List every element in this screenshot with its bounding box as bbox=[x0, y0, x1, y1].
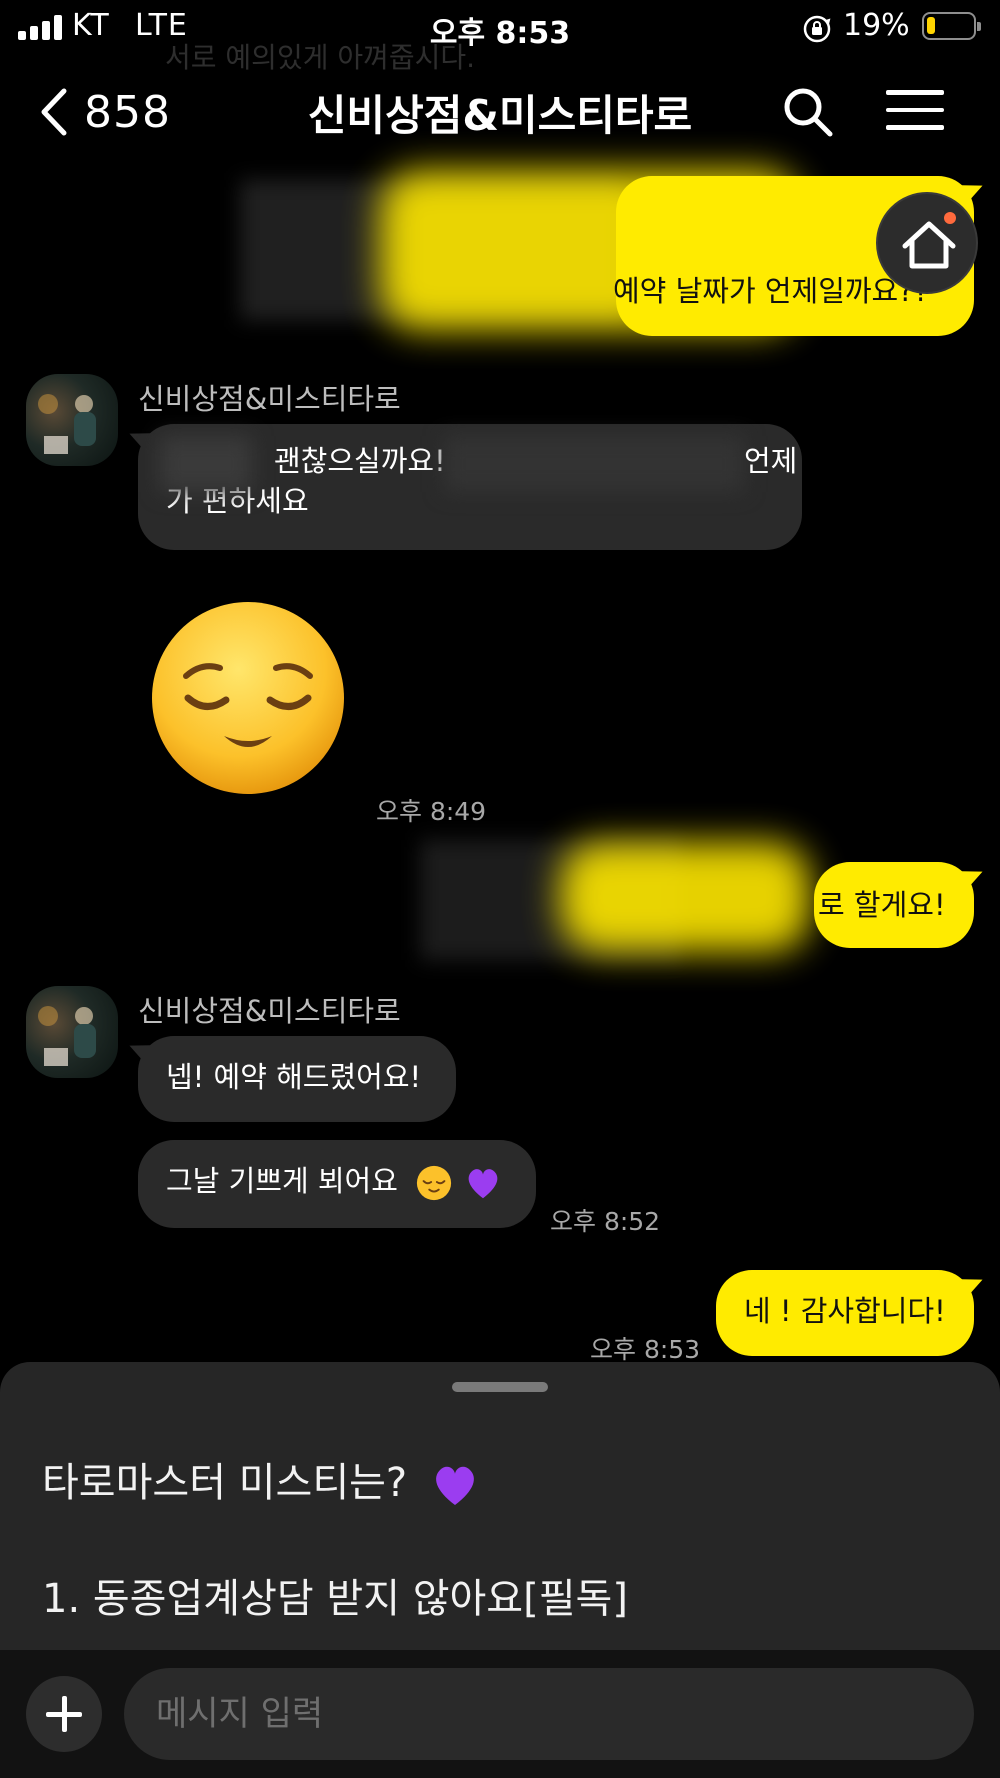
message-text: 그날 기쁘게 뵈어요 bbox=[166, 1164, 398, 1198]
sheet-drag-handle[interactable] bbox=[452, 1382, 548, 1392]
other-message-bubble[interactable]: 괜찮으실까요! 언제 가 편하세요 bbox=[138, 424, 802, 550]
menu-icon[interactable] bbox=[886, 90, 944, 134]
chevron-left-icon bbox=[41, 88, 67, 136]
battery-percent: 19% bbox=[843, 8, 910, 43]
my-message-bubble[interactable]: 네 ! 감사합니다! bbox=[716, 1270, 974, 1356]
message-text-line1: 괜찮으실까요! bbox=[274, 444, 446, 478]
home-icon bbox=[902, 221, 956, 269]
message-time: 오후 8:52 bbox=[550, 1207, 661, 1236]
notice-title-text: 타로마스터 미스티는? bbox=[42, 1460, 408, 1506]
battery-level-fill bbox=[927, 17, 935, 34]
status-bar: KT LTE 오후 8:53 19% bbox=[0, 0, 1000, 56]
unread-count: 858 bbox=[84, 86, 171, 138]
purple-heart-emoji bbox=[468, 1169, 498, 1199]
battery-icon bbox=[922, 12, 981, 40]
message-text: 넵! 예약 해드렸어요! bbox=[166, 1060, 422, 1094]
back-button[interactable]: 858 bbox=[38, 82, 188, 142]
avatar[interactable] bbox=[26, 986, 118, 1078]
search-icon[interactable] bbox=[780, 84, 836, 140]
home-button[interactable] bbox=[876, 192, 978, 294]
other-message-bubble[interactable]: 그날 기쁘게 뵈어요 bbox=[138, 1140, 536, 1228]
avatar-image bbox=[38, 394, 96, 454]
notice-line: 1. 동종업계상담 받지 않아요[필독] bbox=[42, 1576, 628, 1622]
message-input[interactable] bbox=[124, 1668, 974, 1760]
message-time: 오후 8:53 bbox=[590, 1335, 701, 1364]
my-message-bubble[interactable]: 로 할게요! bbox=[814, 862, 974, 948]
notification-dot bbox=[944, 212, 956, 224]
chat-header: 858 신비상점&미스티타로 bbox=[0, 60, 1000, 160]
redaction-blur bbox=[560, 842, 810, 952]
sender-name: 신비상점&미스티타로 bbox=[138, 994, 401, 1028]
relieved-face-emoji[interactable] bbox=[148, 598, 348, 798]
relieved-face-emoji bbox=[417, 1165, 452, 1201]
redaction-blur bbox=[444, 436, 744, 492]
message-text-line1-end: 언제 bbox=[744, 444, 798, 478]
sender-name: 신비상점&미스티타로 bbox=[138, 382, 401, 416]
other-message-bubble[interactable]: 넵! 예약 해드렸어요! bbox=[138, 1036, 456, 1122]
avatar[interactable] bbox=[26, 374, 118, 466]
message-input-bar bbox=[0, 1650, 1000, 1778]
avatar-image bbox=[38, 1006, 96, 1066]
message-text: 로 할게요! bbox=[818, 888, 946, 922]
plus-icon[interactable] bbox=[26, 1676, 102, 1752]
message-time: 오후 8:49 bbox=[376, 797, 487, 826]
notice-sheet[interactable]: 타로마스터 미스티는? 1. 동종업계상담 받지 않아요[필독] bbox=[0, 1362, 1000, 1662]
rotation-lock-icon bbox=[803, 15, 831, 43]
message-text: 네 ! 감사합니다! bbox=[744, 1294, 946, 1328]
purple-heart-emoji bbox=[435, 1466, 474, 1505]
redaction-blur bbox=[160, 436, 252, 492]
notice-title: 타로마스터 미스티는? bbox=[42, 1450, 480, 1510]
